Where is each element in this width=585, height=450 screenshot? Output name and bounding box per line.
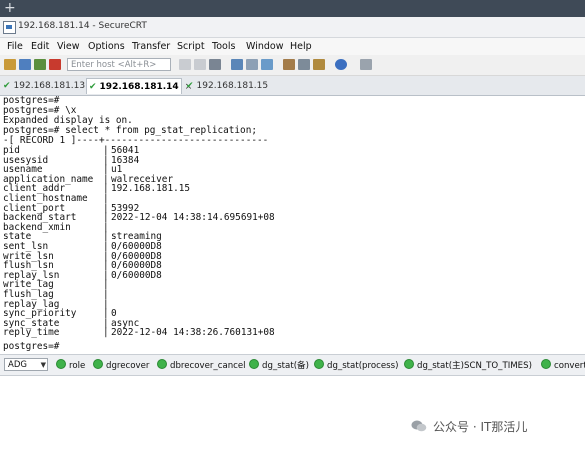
terminal-output[interactable]: postgres=# postgres=# \x Expanded displa… — [0, 96, 585, 352]
wechat-icon — [411, 420, 427, 432]
session-select-value: ADG — [8, 360, 27, 370]
disconnect-icon[interactable] — [49, 59, 61, 70]
host-input[interactable]: Enter host <Alt+R> — [67, 58, 171, 71]
button-label: convert — [554, 361, 585, 371]
menu-edit[interactable]: Edit — [31, 41, 49, 52]
print-icon[interactable] — [231, 59, 243, 70]
button-label: dgrecover — [106, 361, 150, 371]
green-dot-icon — [157, 359, 167, 369]
title-bar: 192.168.181.14 - SecureCRT — [0, 17, 585, 38]
green-dot-icon — [56, 359, 66, 369]
print-setup-icon[interactable] — [246, 59, 258, 70]
menu-window[interactable]: Window — [246, 41, 283, 52]
button-label: dg_stat(备) — [262, 361, 309, 371]
menu-tools[interactable]: Tools — [212, 41, 235, 52]
connected-check-icon: ✔ — [3, 81, 11, 91]
copy-icon[interactable] — [179, 59, 191, 70]
button-label: dbrecover_cancel — [170, 361, 246, 371]
keymap-icon[interactable] — [313, 59, 325, 70]
tab-label: 192.168.181.15 — [196, 81, 269, 91]
window-title: 192.168.181.14 - SecureCRT — [18, 21, 147, 31]
column-separator: | — [103, 327, 109, 339]
menu-bar: File Edit View Options Transfer Script T… — [0, 38, 585, 55]
record-value: 2022-12-04 14:38:26.760131+08 — [111, 327, 275, 339]
record-value: 192.168.181.15 — [111, 183, 191, 195]
button-dg-stat-primary-scn[interactable]: dg_stat(主)SCN_TO_TIMES) — [404, 359, 532, 371]
green-dot-icon — [541, 359, 551, 369]
log-icon[interactable] — [360, 59, 372, 70]
button-label: dg_stat(process) — [327, 361, 399, 371]
tab-bar: ✔ 192.168.181.13 ✔ 192.168.181.14 × ✔ 192.16… — [0, 76, 585, 96]
tab-label: 192.168.181.13 — [13, 81, 86, 91]
menu-options[interactable]: Options — [88, 41, 125, 52]
connected-check-icon: ✔ — [186, 81, 194, 91]
find-icon[interactable] — [209, 59, 221, 70]
top-strip: + — [0, 0, 585, 17]
sftp-icon[interactable] — [261, 59, 273, 70]
chevron-down-icon: ▼ — [40, 361, 46, 369]
session-options-icon[interactable] — [283, 59, 295, 70]
green-dot-icon — [404, 359, 414, 369]
paste-icon[interactable] — [194, 59, 206, 70]
green-dot-icon — [314, 359, 324, 369]
session-select[interactable]: ADG ▼ — [4, 358, 48, 371]
button-label: dg_stat(主)SCN_TO_TIMES) — [417, 361, 532, 371]
quick-connect-icon[interactable] — [19, 59, 31, 70]
green-dot-icon — [93, 359, 103, 369]
connect-icon[interactable] — [4, 59, 16, 70]
watermark-text: 公众号 · IT那活儿 — [433, 420, 528, 434]
help-icon[interactable] — [335, 59, 347, 70]
button-dbrecover-cancel[interactable]: dbrecover_cancel — [157, 359, 246, 371]
menu-help[interactable]: Help — [290, 41, 312, 52]
menu-file[interactable]: File — [7, 41, 23, 52]
menu-script[interactable]: Script — [177, 41, 205, 52]
button-dg-stat-process[interactable]: dg_stat(process) — [314, 359, 398, 371]
button-label: role — [69, 361, 86, 371]
connected-check-icon: ✔ — [89, 82, 97, 92]
record-value: 2022-12-04 14:38:14.695691+08 — [111, 212, 275, 224]
global-options-icon[interactable] — [298, 59, 310, 70]
button-dgrecover[interactable]: dgrecover — [93, 359, 149, 371]
record-value: 0/60000D8 — [111, 269, 162, 281]
button-dg-stat-standby[interactable]: dg_stat(备) — [249, 359, 309, 371]
toolbar: Enter host <Alt+R> — [0, 55, 585, 76]
tab-label: 192.168.181.14 — [99, 82, 179, 92]
record-key: reply_time — [3, 327, 60, 339]
button-bar: ADG ▼ role dgrecover dbrecover_cancel dg… — [0, 354, 585, 376]
connect-tab-icon[interactable] — [34, 59, 46, 70]
tab-192-168-181-14[interactable]: ✔ 192.168.181.14 × — [86, 78, 192, 94]
securecrt-app-icon — [3, 21, 16, 34]
new-tab-plus-icon[interactable]: + — [4, 0, 16, 16]
menu-transfer[interactable]: Transfer — [132, 41, 170, 52]
terminal-prompt: postgres=# — [3, 341, 60, 352]
tab-192-168-181-15[interactable]: ✔ 192.168.181.15 — [186, 78, 271, 94]
tab-192-168-181-13[interactable]: ✔ 192.168.181.13 — [3, 78, 88, 94]
menu-view[interactable]: View — [57, 41, 80, 52]
green-dot-icon — [249, 359, 259, 369]
button-convert[interactable]: convert — [541, 359, 585, 371]
button-role[interactable]: role — [56, 359, 85, 371]
